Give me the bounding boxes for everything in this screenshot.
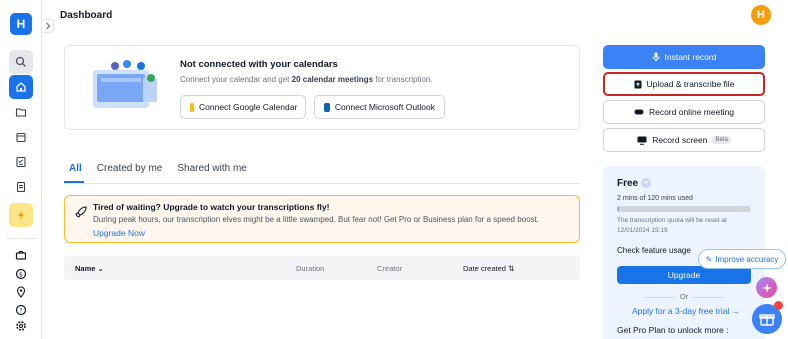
calendar-subtitle-suffix: for transcription. (373, 75, 433, 84)
column-date-created[interactable]: Date created ⇅ (463, 264, 514, 273)
upgrade-banner: Tired of waiting? Upgrade to watch your … (64, 195, 580, 243)
record-screen-button[interactable]: Record screen Beta (603, 128, 765, 152)
settings-nav-button[interactable] (9, 314, 33, 338)
quota-reset-text: The transcription quota will be reset at… (617, 217, 727, 234)
tab-shared-with-me[interactable]: Shared with me (177, 163, 246, 174)
upload-transcribe-label: Upload & transcribe file (646, 79, 735, 89)
table-header: Name ⌄ Duration Creator Date created ⇅ (64, 256, 580, 280)
connect-outlook-label: Connect Microsoft Outlook (334, 102, 435, 112)
calendar-illustration (93, 60, 157, 108)
calendar-connect-card: Not connected with your calendars Connec… (64, 45, 580, 130)
app-logo[interactable]: H (10, 13, 32, 35)
checklist-icon (16, 156, 26, 168)
calendar-card-subtitle: Connect your calendar and get 20 calenda… (180, 75, 433, 84)
edit-icon: ✎ (705, 254, 713, 264)
notes-nav-button[interactable] (9, 175, 33, 199)
gift-icon (759, 314, 775, 326)
upgrade-now-link[interactable]: Upgrade Now (93, 228, 145, 238)
instant-record-button[interactable]: Instant record (603, 45, 765, 69)
file-upload-icon (634, 80, 642, 88)
notification-dot (774, 301, 783, 310)
beta-badge: Beta (712, 136, 731, 144)
or-divider: Or (603, 292, 765, 301)
column-name-label: Name (75, 264, 96, 273)
banner-title: Tired of waiting? Upgrade to watch your … (93, 202, 330, 212)
usage-text: 2 mins of 120 mins used (617, 195, 693, 202)
record-screen-label: Record screen (652, 135, 708, 145)
connect-outlook-button[interactable]: Connect Microsoft Outlook (314, 95, 445, 119)
column-duration: Duration (296, 264, 325, 273)
filter-tabs: All Created by me Shared with me (69, 163, 247, 174)
chevron-right-icon (45, 22, 50, 30)
page-title: Dashboard (60, 10, 113, 21)
improve-accuracy-button[interactable]: ✎ Improve accuracy (698, 249, 786, 269)
record-online-meeting-button[interactable]: Record online meeting (603, 100, 765, 124)
calendar-subtitle-highlight: 20 calendar meetings (291, 75, 374, 84)
document-icon (16, 181, 26, 193)
usage-progress-fill (617, 206, 620, 212)
screen-record-icon (637, 136, 647, 145)
home-icon (16, 82, 26, 92)
avatar[interactable]: H (751, 5, 771, 25)
active-tab-indicator (64, 181, 84, 183)
search-icon (15, 56, 26, 67)
sidebar-divider (6, 238, 36, 239)
tab-created-by-me[interactable]: Created by me (97, 163, 163, 174)
location-pin-icon (16, 286, 26, 298)
free-trial-link[interactable]: Apply for a 3-day free trial → (632, 306, 740, 316)
calendar-nav-button[interactable] (9, 125, 33, 149)
column-date-label: Date created (463, 264, 506, 273)
calendar-icon (16, 132, 26, 143)
banner-text: During peak hours, our transcription elv… (93, 215, 540, 224)
microphone-icon (652, 52, 659, 62)
upgrade-nav-button[interactable] (9, 203, 33, 227)
tasks-nav-button[interactable] (9, 150, 33, 174)
chevron-down-icon: ⌄ (97, 264, 104, 273)
sparkle-icon (761, 282, 772, 293)
folder-nav-button[interactable] (9, 100, 33, 124)
column-name[interactable]: Name ⌄ (75, 264, 104, 273)
upload-transcribe-button[interactable]: Upload & transcribe file (603, 72, 765, 96)
instant-record-label: Instant record (664, 52, 717, 62)
check-feature-usage-link[interactable]: Check feature usage (617, 246, 691, 255)
lightning-icon (18, 210, 24, 220)
search-nav-button[interactable] (9, 50, 33, 74)
calendar-card-title: Not connected with your calendars (180, 59, 338, 70)
improve-accuracy-label: Improve accuracy (715, 254, 779, 264)
tab-all[interactable]: All (69, 163, 82, 174)
connect-google-calendar-button[interactable]: Connect Google Calendar (180, 95, 306, 119)
gear-icon (16, 321, 26, 331)
svg-text:$: $ (19, 270, 23, 278)
pro-plan-text: Get Pro Plan to unlock more : (617, 325, 729, 335)
sidebar: H $ ? (0, 0, 42, 339)
column-creator: Creator (377, 264, 403, 273)
folder-icon (15, 108, 27, 117)
sidebar-toggle[interactable] (42, 19, 54, 33)
outlook-icon (324, 102, 330, 112)
connect-google-label: Connect Google Calendar (199, 102, 298, 112)
briefcase-icon (15, 250, 27, 260)
usage-progress-bar (617, 206, 751, 212)
sparkle-icon: ✦ (641, 178, 651, 188)
record-meeting-label: Record online meeting (648, 107, 735, 117)
ai-assistant-button[interactable] (756, 277, 777, 298)
google-calendar-icon (190, 102, 194, 112)
plan-title: Free (617, 178, 639, 189)
tabs-divider (64, 183, 580, 184)
home-nav-button[interactable] (9, 75, 33, 99)
video-camera-icon (634, 109, 644, 115)
sort-icon: ⇅ (508, 264, 515, 273)
dollar-icon: $ (15, 268, 27, 280)
calendar-subtitle-prefix: Connect your calendar and get (180, 75, 292, 84)
rocket-icon (75, 206, 87, 218)
